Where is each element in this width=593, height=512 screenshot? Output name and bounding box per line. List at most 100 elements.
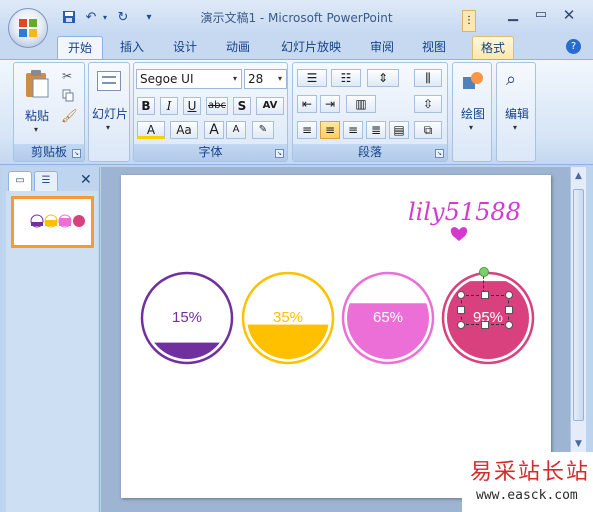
font-size-dropdown-icon: ▾: [277, 74, 282, 83]
align-center-icon[interactable]: ≡: [320, 121, 340, 139]
slide-canvas[interactable]: 15% 35% 65% 95% lily51588: [121, 175, 551, 498]
align-left-icon[interactable]: ≡: [297, 121, 317, 139]
vertical-scrollbar[interactable]: ▲ ▼: [570, 167, 586, 457]
office-button[interactable]: [8, 8, 48, 48]
paste-icon: [26, 70, 49, 98]
resize-handle[interactable]: [481, 321, 489, 329]
justify-icon[interactable]: ≣: [366, 121, 386, 139]
drawing-dropdown-icon: ▾: [469, 123, 474, 132]
paragraph-launcher-icon[interactable]: ↘: [435, 149, 444, 158]
columns-icon[interactable]: ▥: [346, 95, 376, 113]
tab-animation[interactable]: 动画: [218, 36, 258, 60]
strikethrough-button[interactable]: abc: [206, 97, 228, 115]
font-group: Segoe UI ▾ 28 ▾ B I U abc S AV A Aa A A …: [133, 62, 288, 162]
watermark-url: www.easck.com: [476, 488, 578, 503]
tab-format[interactable]: 格式: [472, 36, 514, 60]
pane-close-icon[interactable]: ✕: [80, 172, 92, 188]
copy-icon[interactable]: [62, 89, 74, 102]
thumbnail-circles-icon: [30, 214, 85, 228]
drawing-group[interactable]: 绘图 ▾: [452, 62, 492, 162]
font-name-select[interactable]: Segoe UI ▾: [136, 69, 242, 89]
editing-group[interactable]: ⌕ 编辑 ▾: [496, 62, 536, 162]
shrink-font-button[interactable]: A: [226, 121, 246, 139]
progress-circle[interactable]: 65%: [341, 271, 435, 365]
close-button[interactable]: ✕: [556, 6, 582, 26]
numbering-icon[interactable]: ☷: [331, 69, 361, 87]
slide-button-label[interactable]: 幻灯片: [89, 105, 131, 122]
slide-graphics: 15% 35% 65% 95% lily51588: [140, 198, 535, 365]
help-icon[interactable]: ?: [566, 39, 581, 54]
font-group-label: 字体: [134, 144, 287, 161]
tab-slides-view[interactable]: ▭: [8, 171, 32, 191]
tab-slideshow[interactable]: 幻灯片放映: [273, 36, 349, 60]
clipboard-launcher-icon[interactable]: ↘: [72, 149, 81, 158]
heart-icon: [450, 227, 468, 241]
align-text-icon[interactable]: ⇳: [414, 95, 442, 113]
scroll-up-icon[interactable]: ▲: [571, 169, 586, 184]
cut-icon[interactable]: ✂: [62, 69, 72, 83]
editing-dropdown-icon: ▾: [513, 123, 518, 132]
slide-thumbnail[interactable]: [11, 196, 94, 248]
bullets-icon[interactable]: ☰: [297, 69, 327, 87]
slides-group: 幻灯片 ▾: [88, 62, 130, 162]
maximize-button[interactable]: ▭: [528, 6, 554, 26]
format-painter-icon[interactable]: 🖌: [61, 109, 78, 124]
scroll-thumb[interactable]: [573, 189, 584, 421]
char-spacing-button[interactable]: AV: [256, 97, 284, 115]
tab-home[interactable]: 开始: [57, 36, 103, 60]
align-right-icon[interactable]: ≡: [343, 121, 363, 139]
resize-handle[interactable]: [481, 291, 489, 299]
font-color-button[interactable]: A: [137, 121, 165, 139]
change-case-button[interactable]: Aa: [170, 121, 198, 139]
clear-format-icon[interactable]: ✎: [252, 121, 274, 139]
tab-review[interactable]: 审阅: [362, 36, 402, 60]
drawing-label: 绘图: [460, 107, 485, 121]
font-size-select[interactable]: 28 ▾: [244, 69, 287, 89]
tab-insert[interactable]: 插入: [112, 36, 152, 60]
tab-outline-view[interactable]: ☰: [34, 171, 58, 191]
watermark: 易采站长站 www.easck.com: [462, 452, 593, 512]
progress-circle[interactable]: 35%: [241, 271, 335, 365]
scroll-down-icon[interactable]: ▼: [571, 437, 586, 452]
grow-font-button[interactable]: A: [204, 121, 224, 139]
tab-design[interactable]: 设计: [165, 36, 205, 60]
font-launcher-icon[interactable]: ↘: [275, 149, 284, 158]
text-direction-icon[interactable]: ⫼: [414, 69, 442, 87]
resize-handle[interactable]: [505, 291, 513, 299]
resize-handle[interactable]: [505, 321, 513, 329]
resize-handle[interactable]: [505, 306, 513, 314]
shadow-button[interactable]: S: [233, 97, 251, 115]
paste-label: 粘贴: [24, 109, 49, 123]
bold-button[interactable]: B: [137, 97, 155, 115]
editing-label: 编辑: [504, 107, 529, 121]
distribute-icon[interactable]: ▤: [389, 121, 409, 139]
office-logo-icon: [19, 19, 37, 37]
progress-label: 65%: [373, 309, 403, 326]
line-spacing-icon[interactable]: ⇕: [367, 69, 399, 87]
smartart-icon[interactable]: ⧉: [414, 121, 442, 139]
tab-view[interactable]: 视图: [414, 36, 454, 60]
shapes-icon: [462, 71, 484, 91]
signature-text: lily51588: [408, 198, 521, 226]
resize-handle[interactable]: [457, 306, 465, 314]
thumbnail-preview: [14, 199, 91, 245]
font-size-value: 28: [248, 72, 264, 86]
rotation-handle[interactable]: [479, 267, 489, 277]
clipboard-group: 粘贴 ▾ ✂ 🖌 剪贴板 ↘: [13, 62, 85, 162]
decrease-indent-icon[interactable]: ⇤: [297, 95, 317, 113]
resize-handle[interactable]: [457, 291, 465, 299]
resize-handle[interactable]: [457, 321, 465, 329]
minimize-button[interactable]: ▁: [500, 6, 526, 26]
italic-button[interactable]: I: [160, 97, 178, 115]
new-slide-icon[interactable]: [97, 71, 121, 91]
progress-label: 15%: [172, 309, 202, 326]
ribbon-option-icon[interactable]: ⋮: [462, 10, 476, 32]
slide-dropdown-icon: ▾: [106, 123, 111, 132]
font-name-value: Segoe UI: [140, 72, 194, 86]
increase-indent-icon[interactable]: ⇥: [320, 95, 340, 113]
progress-circle[interactable]: 15%: [140, 271, 234, 365]
watermark-cn: 易采站长站: [470, 460, 591, 485]
paste-button[interactable]: 粘贴 ▾: [20, 67, 54, 137]
paragraph-group-label: 段落: [293, 144, 447, 161]
underline-button[interactable]: U: [183, 97, 201, 115]
